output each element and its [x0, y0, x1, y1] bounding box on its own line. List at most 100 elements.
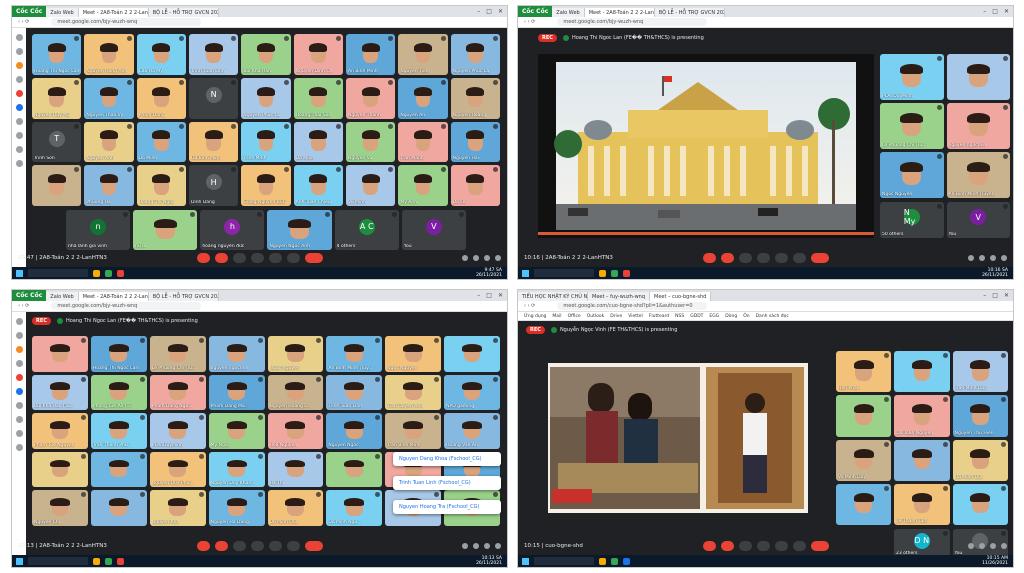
info-icon[interactable] — [968, 255, 974, 261]
participant-tile[interactable]: T Trinh Son — [32, 121, 82, 163]
participant-tile[interactable]: N My 50 others — [880, 202, 944, 238]
tab-support[interactable]: BỘ LỄ - HỖ TRỢ GVCN 2021 — [148, 8, 219, 17]
participant-tile[interactable]: Nguyen Thu Hien — [952, 395, 1008, 437]
participant-tile[interactable]: Trinh Tuan Linh — [188, 34, 239, 75]
participant-tile[interactable]: Do Minh — [293, 121, 343, 163]
participant-tile[interactable]: Do Minh — [136, 121, 186, 163]
explorer-icon[interactable] — [93, 269, 100, 277]
participant-tile[interactable]: Tran Minh Duc — [952, 351, 1008, 393]
join-notification[interactable]: Nguyen Dang Khoa (Fschool_CG) — [393, 452, 501, 466]
participant-tile[interactable]: Do Toan Nguyen — [894, 395, 950, 437]
people-icon[interactable] — [473, 543, 479, 549]
mic-button[interactable] — [196, 253, 210, 263]
bookmark-item[interactable]: EGG — [709, 314, 719, 319]
bookmark-item[interactable]: Drive — [610, 314, 622, 319]
chat-icon[interactable] — [484, 255, 490, 261]
participant-tile[interactable]: Hoang Thai Son — [293, 77, 343, 119]
participant-tile[interactable]: Ngoc Nguyen — [385, 336, 442, 372]
taskbar-search[interactable] — [534, 269, 594, 277]
camera-button[interactable] — [214, 253, 228, 263]
participant-tile[interactable]: Hoang Thi Ngoc Lan — [32, 34, 82, 75]
tab-meet[interactable]: Meet - 2A8-Toán 2 2 2-LanHTN3 — [78, 8, 149, 17]
participant-tile[interactable]: Phuong Ha — [84, 165, 134, 206]
app-icon[interactable] — [623, 269, 630, 277]
participant-tile[interactable]: Ngoc Nguyen — [267, 336, 324, 372]
participant-tile[interactable]: Giang Nguyen BSC — [241, 165, 291, 206]
participant-tile[interactable] — [32, 451, 88, 488]
window-controls[interactable]: – □ ✕ — [477, 8, 507, 15]
app-icon[interactable] — [117, 269, 124, 277]
participant-tile[interactable]: Nguyen Hoang L... — [267, 374, 324, 411]
activities-icon[interactable] — [1001, 543, 1007, 549]
participant-tile[interactable]: Ngoc Nguyen — [880, 152, 944, 198]
participant-tile[interactable]: Vu Minh — [345, 165, 396, 206]
participant-tile[interactable]: Nguyen Ngoc — [326, 413, 383, 449]
explorer-icon[interactable] — [599, 557, 606, 565]
participant-tile[interactable]: Trinh Minh — [241, 121, 291, 163]
raise-hand-button[interactable] — [756, 253, 770, 263]
participant-tile[interactable]: Nguyen Tien — [398, 34, 448, 75]
chat-icon[interactable] — [990, 255, 996, 261]
info-icon[interactable] — [462, 255, 468, 261]
participant-tile[interactable]: Hân Phan — [836, 351, 892, 393]
participant-tile[interactable]: nguyen ngocnnn — [208, 336, 265, 372]
chat-icon[interactable] — [990, 543, 996, 549]
present-button[interactable] — [268, 541, 282, 551]
participant-tile[interactable] — [894, 351, 950, 393]
participant-tile[interactable]: h hoàng nguyên đức — [200, 210, 265, 250]
bookmark-item[interactable]: Mail — [552, 314, 561, 319]
participant-tile[interactable]: An Binh Minh (Tuy... — [326, 336, 383, 372]
participant-tile[interactable] — [326, 451, 383, 488]
participant-tile[interactable]: Nguyen Anh — [84, 121, 134, 163]
taskbar-search[interactable] — [28, 269, 88, 277]
participant-tile[interactable]: Nguyen Vu — [345, 121, 396, 163]
participant-tile[interactable] — [952, 483, 1008, 525]
taskbar-search[interactable] — [534, 557, 594, 565]
taskbar-search[interactable] — [28, 557, 88, 565]
participant-tile[interactable] — [836, 395, 892, 437]
address-bar[interactable]: ‹ › ⟳ meet.google.com/bjy-wuzh-wnq — [12, 301, 507, 312]
participant-tile[interactable]: Do Le — [450, 165, 500, 206]
raise-hand-button[interactable] — [250, 541, 264, 551]
explorer-icon[interactable] — [93, 557, 100, 565]
participant-tile[interactable]: PLAnDuyMinh — [149, 413, 206, 449]
tab-support[interactable]: BỘ LỄ - HỖ TRỢ GVCN 2021 — [654, 8, 725, 17]
windows-start-icon[interactable] — [522, 557, 529, 565]
participant-tile[interactable] — [90, 490, 147, 526]
end-call-button[interactable] — [304, 541, 323, 551]
participant-tile[interactable]: Do Minh Ngu... — [326, 490, 383, 526]
participant-tile[interactable]: Le Phuong Chi (Tu... — [149, 336, 206, 372]
participant-tile[interactable]: PLAnDuyMinh — [880, 54, 944, 100]
participant-tile[interactable]: Bui Kha Han (Tu... — [32, 374, 88, 411]
participant-tile[interactable]: A C4 others — [334, 210, 399, 250]
bookmark-item[interactable]: GDDT — [690, 314, 703, 319]
participant-tile[interactable] — [32, 336, 88, 372]
mic-button[interactable] — [196, 541, 210, 551]
participant-tile[interactable]: Nguyen Duy Khan... — [208, 451, 265, 488]
bookmark-item[interactable]: Office — [568, 314, 581, 319]
browser-icon[interactable] — [105, 557, 112, 565]
nav-icons[interactable]: ‹ › ⟳ — [524, 303, 535, 309]
nav-icons[interactable]: ‹ › ⟳ — [18, 303, 29, 309]
participant-tile[interactable]: Hoang Thi Ngoc Lan — [90, 336, 147, 372]
participant-tile[interactable]: Hoang Thi Ngoc — [136, 165, 186, 206]
join-notification[interactable]: Trinh Tuan Linh (Fschool_CG) — [393, 476, 501, 490]
participant-tile[interactable]: Nguyen Phuc La — [450, 34, 500, 75]
windows-start-icon[interactable] — [16, 269, 23, 277]
address-bar[interactable]: ‹ › ⟳ meet.google.com/bjy-wuzh-wnq — [518, 17, 1013, 28]
url-field[interactable]: meet.google.com/cuo-bgne-shd?pli=1&authu… — [557, 302, 708, 310]
participant-tile[interactable]: My Ngoc — [208, 413, 265, 449]
participant-tile[interactable]: Hoa Nguyen — [267, 413, 324, 449]
participant-tile[interactable]: Nguyen Thanh — [345, 77, 396, 119]
window-controls[interactable]: – □ ✕ — [983, 8, 1013, 15]
participant-tile[interactable] — [444, 336, 500, 372]
bookmark-item[interactable]: Outlook — [587, 314, 605, 319]
chat-icon[interactable] — [484, 543, 490, 549]
people-icon[interactable] — [979, 255, 985, 261]
participant-tile[interactable]: Ha Thi — [267, 451, 324, 488]
participant-tile[interactable]: Tran Binh Minh — [385, 413, 442, 449]
tab-diary[interactable]: TIỂU HỌC NHẬT KÝ CHỦ NHIỆM — [518, 292, 588, 301]
tab-meet[interactable]: Meet - 2A8-Toán 2 2 2-LanHTN3 — [78, 292, 149, 301]
participant-tile[interactable]: NPD gaming — [444, 374, 500, 411]
window-controls[interactable]: – □ ✕ — [983, 292, 1013, 299]
